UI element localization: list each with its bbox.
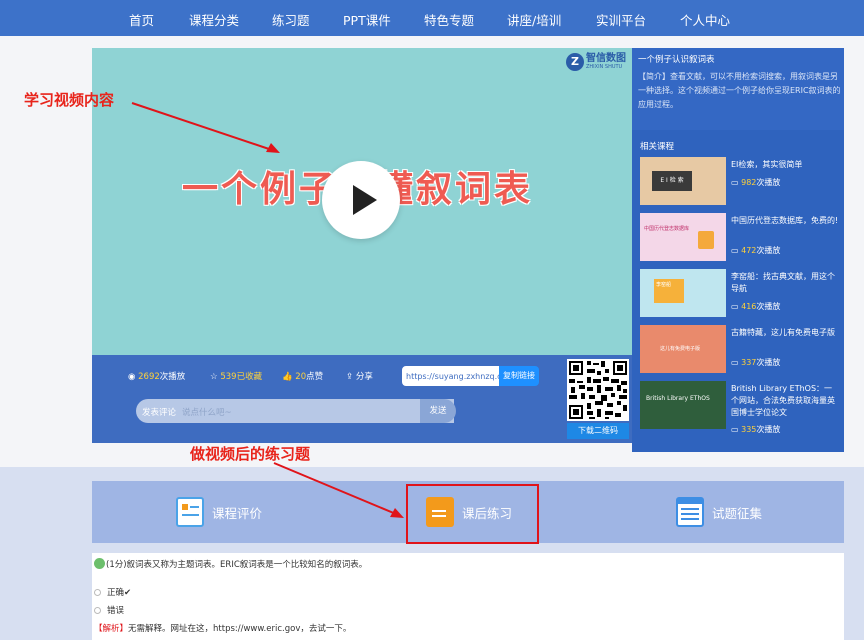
annotation-exercise: 做视频后的练习题 bbox=[190, 445, 311, 463]
annotation-video-content: 学习视频内容 bbox=[24, 91, 115, 109]
annotation-arrows bbox=[131, 102, 404, 518]
